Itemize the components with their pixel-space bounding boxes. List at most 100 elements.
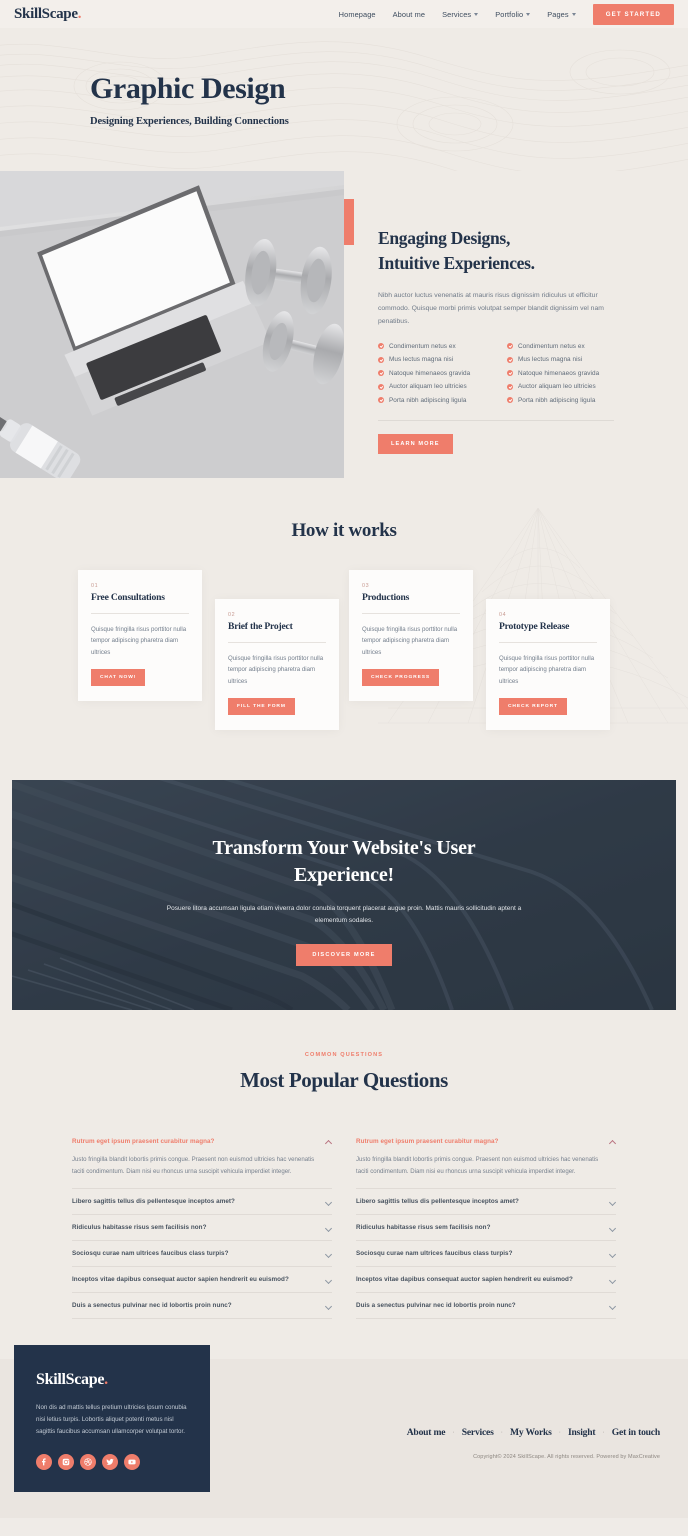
nav-item-portfolio[interactable]: Portfolio	[495, 10, 531, 19]
youtube-icon[interactable]	[124, 1454, 140, 1471]
chat-now-button[interactable]: CHAT NOW!	[91, 668, 146, 686]
nav-item-homepage[interactable]: Homepage	[339, 10, 376, 19]
faq-question-row[interactable]: Inceptos vitae dapibus consequat auctor …	[356, 1267, 616, 1292]
nav-label: Pages	[547, 9, 569, 19]
footer-right: About me · Services · My Works · Insight…	[230, 1381, 674, 1492]
faq-question: Ridiculus habitasse risus sem facilisis …	[72, 1224, 207, 1232]
faq-question: Libero sagittis tellus dis pellentesque …	[356, 1198, 519, 1206]
faq-item[interactable]: Sociosqu curae nam ultrices faucibus cla…	[356, 1241, 616, 1268]
footer-link-about-me[interactable]: About me	[407, 1427, 446, 1438]
faq-question-row[interactable]: Rutrum eget ipsum praesent curabitur mag…	[356, 1129, 616, 1154]
footer-link-insight[interactable]: Insight	[568, 1427, 596, 1438]
faq-item[interactable]: Ridiculus habitasse risus sem facilisis …	[72, 1215, 332, 1242]
footer-logo[interactable]: SkillScape.	[36, 1371, 188, 1389]
footer-link-services[interactable]: Services	[462, 1427, 494, 1438]
check-circle-icon	[378, 383, 384, 390]
chevron-up-icon[interactable]	[325, 1138, 332, 1145]
brand-logo[interactable]: SkillScape.	[14, 6, 81, 23]
faq-question-row[interactable]: Duis a senectus pulvinar nec id lobortis…	[356, 1293, 616, 1318]
faq-item[interactable]: Inceptos vitae dapibus consequat auctor …	[356, 1267, 616, 1294]
faq-item[interactable]: Rutrum eget ipsum praesent curabitur mag…	[72, 1129, 332, 1190]
about-section: Engaging Designs, Intuitive Experiences.…	[0, 171, 688, 478]
cta-title-line2: Experience!	[294, 864, 394, 886]
chevron-down-icon[interactable]	[609, 1302, 616, 1309]
learn-more-button[interactable]: LEARN MORE	[378, 434, 453, 454]
instagram-icon[interactable]	[58, 1454, 74, 1471]
fill-the-form-button[interactable]: FILL THE FORM	[228, 697, 295, 715]
check-circle-icon	[378, 343, 384, 349]
faq-question-row[interactable]: Libero sagittis tellus dis pellentesque …	[72, 1189, 332, 1214]
footer-link-my-works[interactable]: My Works	[510, 1427, 552, 1438]
check-progress-button[interactable]: CHECK PROGRESS	[362, 668, 440, 686]
faq-question-row[interactable]: Libero sagittis tellus dis pellentesque …	[356, 1189, 616, 1214]
faq-question: Ridiculus habitasse risus sem facilisis …	[356, 1224, 491, 1232]
faq-question-row[interactable]: Ridiculus habitasse risus sem facilisis …	[356, 1215, 616, 1240]
chevron-down-icon[interactable]	[609, 1250, 616, 1257]
process-card-1[interactable]: 01 Free Consultations Quisque fringilla …	[78, 570, 202, 701]
dribbble-icon[interactable]	[80, 1454, 96, 1471]
chevron-down-icon[interactable]	[609, 1198, 616, 1205]
faq-question-row[interactable]: Ridiculus habitasse risus sem facilisis …	[72, 1215, 332, 1240]
faq-question: Libero sagittis tellus dis pellentesque …	[72, 1198, 235, 1206]
list-item: Condimentum netus ex	[378, 343, 485, 350]
faq-question-row[interactable]: Sociosqu curae nam ultrices faucibus cla…	[356, 1241, 616, 1266]
twitter-icon[interactable]	[102, 1454, 118, 1471]
chevron-down-icon[interactable]	[609, 1276, 616, 1283]
faq-column-right: Rutrum eget ipsum praesent curabitur mag…	[356, 1129, 616, 1320]
faq-question-row[interactable]: Sociosqu curae nam ultrices faucibus cla…	[72, 1241, 332, 1266]
chevron-down-icon[interactable]	[325, 1198, 332, 1205]
separator: ·	[602, 1429, 605, 1437]
process-card-4[interactable]: 04 Prototype Release Quisque fringilla r…	[486, 599, 610, 730]
faq-item[interactable]: Duis a senectus pulvinar nec id lobortis…	[356, 1293, 616, 1320]
facebook-icon[interactable]	[36, 1454, 52, 1471]
list-item: Auctor aliquam leo ultricies	[507, 383, 614, 390]
check-report-button[interactable]: CHECK REPORT	[499, 697, 567, 715]
faq-item[interactable]: Libero sagittis tellus dis pellentesque …	[356, 1189, 616, 1216]
feature-label: Porta nibh adipiscing ligula	[389, 396, 467, 404]
cta-title-line1: Transform Your Website's User	[212, 837, 476, 859]
faq-item[interactable]: Rutrum eget ipsum praesent curabitur mag…	[356, 1129, 616, 1190]
nav-item-pages[interactable]: Pages	[547, 9, 576, 19]
card-number: 03	[362, 583, 370, 589]
accent-bar	[344, 199, 354, 245]
page-title: Graphic Design	[90, 72, 286, 105]
discover-more-button[interactable]: DISCOVER MORE	[296, 944, 392, 967]
nav-label: Services	[442, 9, 472, 19]
chevron-down-icon[interactable]	[325, 1302, 332, 1309]
cta-content: Transform Your Website's User Experience…	[12, 780, 676, 967]
process-card-3[interactable]: 03 Productions Quisque fringilla risus p…	[349, 570, 473, 701]
about-paragraph: Nibh auctor luctus venenatis at mauris r…	[378, 291, 604, 326]
faq-question-row[interactable]: Inceptos vitae dapibus consequat auctor …	[72, 1267, 332, 1292]
footer-brand-dot: .	[104, 1371, 108, 1389]
list-item: Porta nibh adipiscing ligula	[507, 397, 614, 404]
check-circle-icon	[507, 370, 513, 376]
chevron-up-icon[interactable]	[609, 1138, 616, 1145]
faq-item[interactable]: Duis a senectus pulvinar nec id lobortis…	[72, 1293, 332, 1320]
nav-item-about-me[interactable]: About me	[393, 10, 425, 19]
social-links	[36, 1454, 188, 1471]
card-text: Quisque fringilla risus porttitor nulla …	[362, 626, 458, 656]
faq-item[interactable]: Sociosqu curae nam ultrices faucibus cla…	[72, 1241, 332, 1268]
chevron-down-icon[interactable]	[325, 1276, 332, 1283]
process-card-2[interactable]: 02 Brief the Project Quisque fringilla r…	[215, 599, 339, 730]
cta-paragraph: Posuere litora accumsan ligula etiam viv…	[166, 905, 522, 925]
chevron-down-icon[interactable]	[325, 1250, 332, 1257]
process-cards: 01 Free Consultations Quisque fringilla …	[0, 570, 688, 730]
how-it-works-section: How it works 01 Free Consultations Quisq…	[0, 478, 688, 780]
nav-item-services[interactable]: Services	[442, 9, 479, 19]
get-started-button[interactable]: GET STARTED	[592, 3, 674, 25]
list-item: Auctor aliquam leo ultricies	[378, 383, 485, 390]
faq-item[interactable]: Libero sagittis tellus dis pellentesque …	[72, 1189, 332, 1216]
faq-question-row[interactable]: Duis a senectus pulvinar nec id lobortis…	[72, 1293, 332, 1318]
check-circle-icon	[507, 383, 513, 390]
feature-label: Auctor aliquam leo ultricies	[518, 383, 596, 390]
faq-question-row[interactable]: Rutrum eget ipsum praesent curabitur mag…	[72, 1129, 332, 1154]
about-heading-line1: Engaging Designs,	[378, 228, 511, 248]
faq-question: Duis a senectus pulvinar nec id lobortis…	[72, 1302, 232, 1310]
faq-item[interactable]: Inceptos vitae dapibus consequat auctor …	[72, 1267, 332, 1294]
footer-link-get-in-touch[interactable]: Get in touch	[612, 1427, 660, 1438]
chevron-down-icon[interactable]	[609, 1224, 616, 1231]
chevron-down-icon[interactable]	[325, 1224, 332, 1231]
faq-answer: Justo fringilla blandit lobortis primis …	[356, 1156, 599, 1175]
faq-item[interactable]: Ridiculus habitasse risus sem facilisis …	[356, 1215, 616, 1242]
